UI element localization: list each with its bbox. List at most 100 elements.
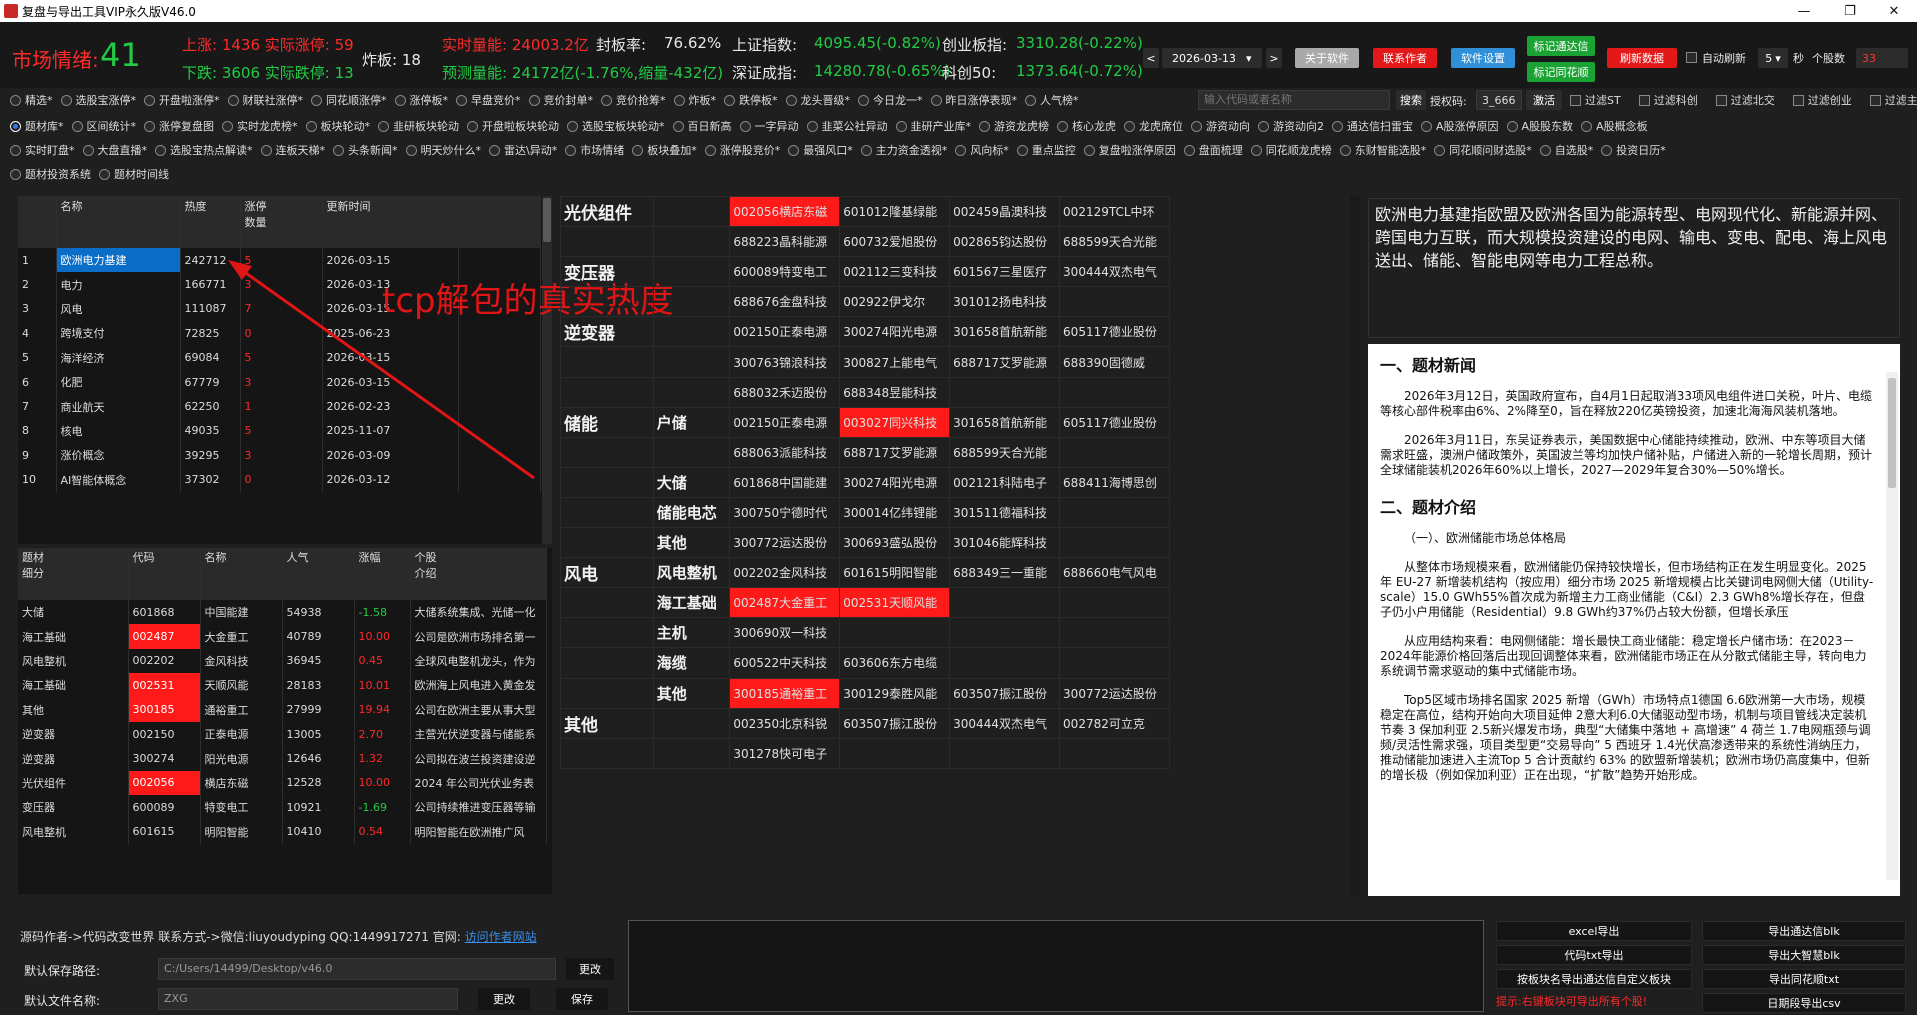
radio-icon[interactable] (860, 144, 872, 156)
stock-code[interactable]: 601868 (128, 600, 201, 625)
grid-stock-cell[interactable]: 002056横店东磁 (729, 195, 841, 228)
stock-name[interactable]: 明阳智能 (200, 819, 283, 844)
grid-stock-cell[interactable]: 300750宁德时代 (729, 496, 841, 529)
radio-icon[interactable] (144, 94, 155, 106)
grid-stock-cell[interactable] (949, 617, 1061, 649)
option-radio[interactable]: 龙头晋级* (785, 92, 850, 108)
radio-icon[interactable] (1057, 120, 1068, 132)
grid-stock-cell[interactable]: 002121科陆电子 (949, 466, 1061, 498)
maximize-button[interactable]: ❐ (1827, 0, 1873, 22)
radio-icon[interactable] (394, 94, 406, 106)
theme-table-scrollbar[interactable] (542, 196, 552, 544)
grid-stock-cell[interactable]: 002150正泰电源 (729, 316, 841, 348)
grid-stock-cell[interactable]: 300185通裕重工 (729, 677, 841, 709)
option-radio[interactable]: 同花顺涨停* (311, 92, 387, 108)
grid-stock-cell[interactable]: 300129泰胜风能 (839, 677, 951, 709)
refresh-interval-select[interactable]: 5 ▾ (1758, 48, 1788, 68)
option-radio[interactable]: 连板天梯* (260, 142, 325, 158)
col-name[interactable]: 名称 (56, 196, 181, 248)
option-radio[interactable]: 竞价抢筹* (601, 92, 666, 108)
radio-icon[interactable] (858, 94, 869, 106)
radio-icon[interactable] (739, 120, 751, 132)
grid-stock-cell[interactable] (1059, 436, 1170, 468)
radio-icon[interactable] (10, 120, 21, 132)
next-date-button[interactable]: > (1266, 48, 1282, 68)
stock-name[interactable]: 正泰电源 (200, 721, 283, 747)
stock-code[interactable]: 600089 (128, 795, 201, 820)
table-row[interactable]: 风电整机 002202 金风科技 36945 0.45 全球风电整机龙头，作为 (18, 648, 547, 674)
radio-icon[interactable] (1421, 120, 1432, 132)
option-radio[interactable]: 涨停复盘图 (144, 118, 214, 134)
table-row[interactable]: 6 化肥 67779 3 2026-03-15 (18, 369, 541, 395)
option-radio[interactable]: 明天炒什么* (405, 142, 481, 158)
author-website-link[interactable]: 访问作者网站 (465, 930, 537, 944)
scroll-thumb[interactable] (1888, 378, 1896, 488)
radio-icon[interactable] (10, 144, 21, 156)
stock-count-input[interactable]: 33 (1856, 48, 1908, 68)
option-radio[interactable]: 投资日历* (1601, 142, 1666, 158)
grid-stock-cell[interactable]: 688390固德威 (1059, 346, 1170, 378)
grid-stock-cell[interactable]: 301012扬电科技 (949, 286, 1061, 318)
table-row[interactable]: 9 涨价概念 39295 3 2026-03-09 (18, 443, 541, 468)
stock-name[interactable]: 特变电工 (200, 795, 283, 820)
col-code[interactable]: 代码 (128, 548, 201, 600)
theme-name[interactable]: 核电 (56, 418, 181, 444)
radio-icon[interactable] (567, 120, 578, 132)
radio-icon[interactable] (1339, 144, 1351, 156)
stock-name[interactable]: 阳光电源 (200, 746, 283, 771)
dzh-blk-export-button[interactable]: 导出大智慧blk (1702, 945, 1906, 965)
checkbox-icon[interactable] (1792, 94, 1804, 106)
option-radio[interactable]: 板块叠加* (632, 142, 697, 158)
radio-icon[interactable] (467, 120, 478, 132)
grid-stock-cell[interactable]: 300444双杰电气 (1059, 256, 1170, 288)
option-radio[interactable]: 涨停板* (394, 92, 448, 108)
tdx-blk-export-button[interactable]: 导出通达信blk (1702, 921, 1906, 941)
grid-stock-cell[interactable]: 601012隆基绿能 (839, 195, 951, 228)
stock-code[interactable]: 601615 (128, 819, 201, 844)
table-row[interactable]: 光伏组件 002056 横店东磁 12528 10.00 2024 年公司光伏业务表 (18, 770, 547, 796)
option-radio[interactable]: 题材时间线 (99, 166, 169, 182)
period-csv-export-button[interactable]: 日期段导出csv (1702, 993, 1906, 1013)
grid-stock-cell[interactable]: 301278快可电子 (729, 737, 841, 769)
option-radio[interactable]: 选股宝涨停* (60, 92, 136, 108)
grid-stock-cell[interactable]: 002459晶澳科技 (949, 195, 1061, 228)
option-radio[interactable]: 百日新高 (672, 118, 732, 134)
radio-icon[interactable] (979, 120, 990, 132)
grid-stock-cell[interactable]: 600522中天科技 (729, 647, 841, 679)
col-intro[interactable]: 个股 介绍 (410, 548, 547, 600)
option-radio[interactable]: 盘面梳理 (1183, 142, 1243, 158)
option-radio[interactable]: 板块轮动* (305, 118, 370, 134)
option-radio[interactable]: 最强风口* (788, 142, 853, 158)
option-radio[interactable]: 复盘啦涨停原因 (1083, 142, 1176, 158)
grid-stock-cell[interactable] (839, 737, 951, 769)
col-popularity[interactable]: 人气 (282, 548, 355, 600)
option-radio[interactable]: 实时盯盘* (10, 142, 75, 158)
radio-icon[interactable] (1506, 120, 1518, 132)
radio-icon[interactable] (1183, 144, 1195, 156)
grid-stock-cell[interactable]: 688063派能科技 (729, 436, 841, 468)
settings-button[interactable]: 软件设置 (1451, 48, 1515, 68)
theme-name[interactable]: 电力 (56, 272, 181, 297)
change-name-button[interactable]: 更改 (478, 988, 530, 1010)
radio-icon[interactable] (456, 94, 467, 106)
auto-refresh-checkbox[interactable] (1686, 52, 1697, 63)
option-radio[interactable]: 韭研板块轮动 (378, 118, 459, 134)
option-radio[interactable]: 涨停股竞价* (704, 142, 780, 158)
grid-stock-cell[interactable] (1059, 527, 1170, 559)
minimize-button[interactable]: — (1781, 0, 1827, 22)
board-tdx-export-button[interactable]: 按板块名导出通达信自定义板块 (1496, 969, 1692, 989)
col-change[interactable]: 涨幅 (354, 548, 411, 600)
radio-icon[interactable] (672, 120, 684, 132)
mark-tdx-button[interactable]: 标记通达信 (1527, 36, 1595, 56)
mark-ths-button[interactable]: 标记同花顺 (1527, 62, 1595, 82)
grid-stock-cell[interactable]: 002782可立克 (1059, 707, 1170, 739)
radio-icon[interactable] (1083, 144, 1095, 156)
option-radio[interactable]: A股股东数 (1506, 118, 1573, 134)
stock-name[interactable]: 金风科技 (200, 648, 283, 674)
theme-name[interactable]: 跨境支付 (56, 321, 181, 346)
radio-icon[interactable] (788, 144, 800, 156)
stock-code[interactable]: 002531 (128, 673, 201, 698)
grid-stock-cell[interactable]: 688349三一重能 (949, 557, 1061, 589)
stock-code[interactable]: 002202 (128, 648, 201, 674)
activate-button[interactable]: 激活 (1526, 90, 1562, 110)
